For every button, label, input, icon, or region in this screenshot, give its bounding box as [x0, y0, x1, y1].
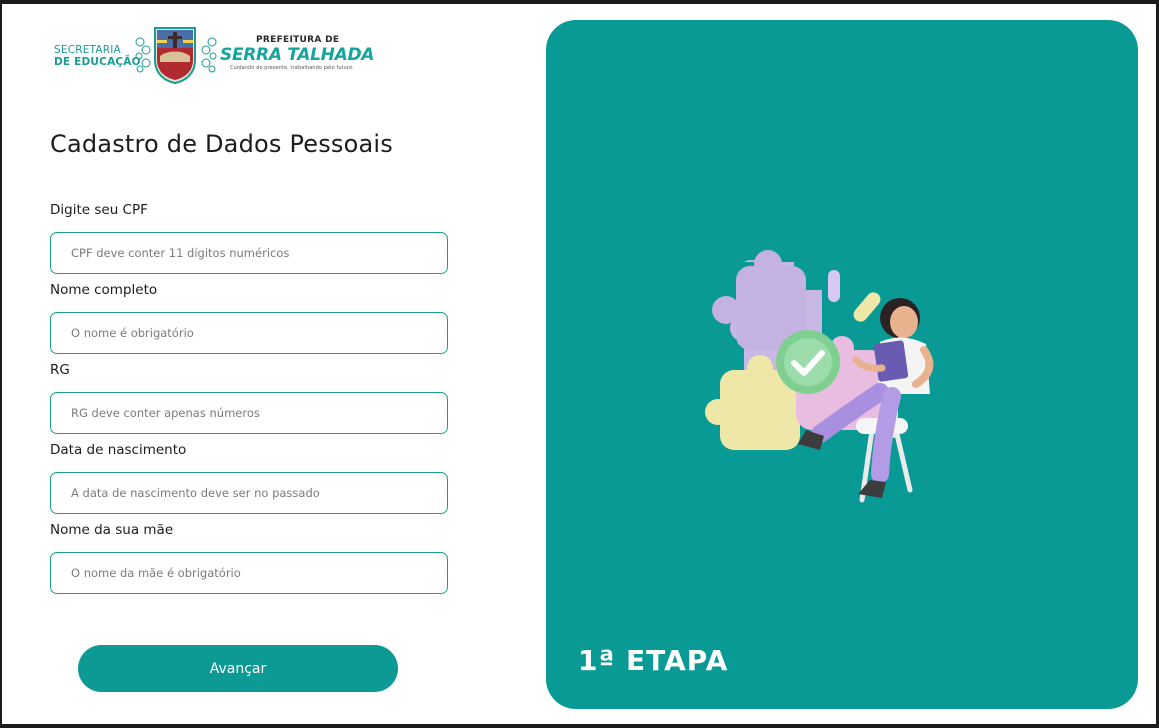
cpf-input[interactable]: [50, 232, 448, 274]
city-shield-icon: [154, 27, 196, 84]
floral-ornament-icon: [135, 37, 151, 73]
logo-line-2: DE EDUCAÇÃO: [54, 56, 141, 68]
secretaria-logo: SECRETARIA DE EDUCAÇÃO: [54, 44, 141, 68]
stage-label: 1ª ETAPA: [578, 644, 729, 677]
rg-input[interactable]: [50, 392, 448, 434]
birth-date-input[interactable]: [50, 472, 448, 514]
logo-line-1: SECRETARIA: [54, 44, 121, 56]
app-window: SECRETARIA DE EDUCAÇÃO PREFEITURA DE SER…: [2, 4, 1156, 724]
mother-name-label: Nome da sua mãe: [50, 522, 174, 538]
floral-ornament-icon: [201, 37, 217, 73]
page-title: Cadastro de Dados Pessoais: [50, 130, 393, 158]
logo-tagline: Cuidando do presente, trabalhando pelo f…: [230, 65, 354, 71]
logo-city-name: SERRA TALHADA: [220, 45, 375, 65]
stage-panel: 1ª ETAPA: [546, 20, 1138, 709]
rg-label: RG: [50, 362, 70, 378]
logo-prefix: PREFEITURA DE: [256, 35, 340, 45]
advance-button[interactable]: Avançar: [78, 645, 398, 692]
birth-date-label: Data de nascimento: [50, 442, 187, 458]
mother-name-input[interactable]: [50, 552, 448, 594]
cpf-label: Digite seu CPF: [50, 202, 148, 218]
woman-puzzle-illustration-icon: [705, 250, 934, 503]
full-name-label: Nome completo: [50, 282, 158, 298]
prefeitura-logo: PREFEITURA DE SERRA TALHADA Cuidando do …: [220, 35, 374, 72]
full-name-input[interactable]: [50, 312, 448, 354]
